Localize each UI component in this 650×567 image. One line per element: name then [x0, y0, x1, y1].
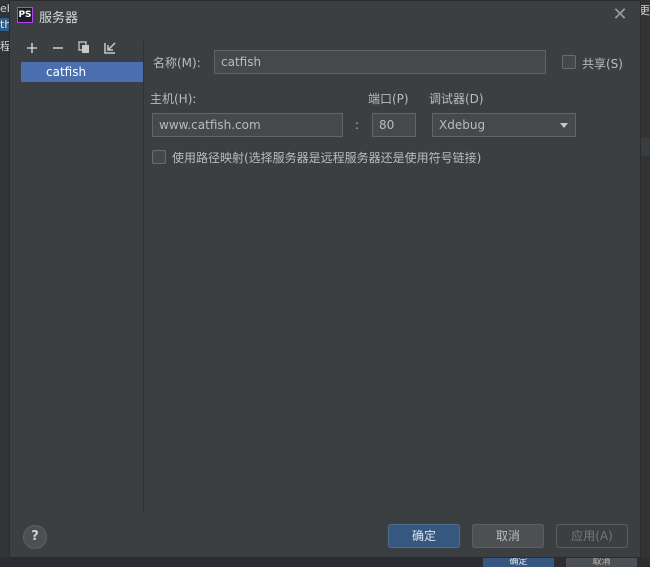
phpstorm-logo-icon: PS	[17, 7, 33, 23]
servers-dialog: PS 服务器 ✕ catfish 名称(M): 共享(S)	[9, 0, 641, 558]
host-label: 主机(H):	[150, 92, 197, 106]
host-port-separator: :	[355, 118, 360, 132]
import-icon-svg	[103, 42, 116, 54]
list-item-server[interactable]: catfish	[21, 62, 144, 82]
ok-button[interactable]: 确定	[388, 524, 460, 548]
dialog-title: 服务器	[39, 11, 79, 26]
background-ide-left: eb th 程	[0, 0, 9, 567]
chevron-down-icon	[560, 123, 568, 128]
background-ide-right: 更	[639, 0, 650, 567]
copy-icon-svg	[78, 41, 89, 53]
cancel-button[interactable]: 取消	[472, 524, 544, 548]
path-mapping-checkbox[interactable]	[152, 150, 166, 164]
debugger-label: 调试器(D)	[429, 92, 484, 106]
background-ok-button: 确定	[483, 558, 554, 567]
share-checkbox[interactable]	[562, 55, 576, 69]
background-cancel-button: 取消	[566, 558, 637, 567]
server-list: catfish	[21, 62, 144, 512]
path-mapping-label: 使用路径映射(选择服务器是远程服务器还是使用符号链接)	[172, 151, 482, 165]
port-input[interactable]	[372, 113, 416, 137]
copy-icon[interactable]	[74, 39, 94, 59]
debugger-selected-value: Xdebug	[439, 118, 486, 132]
import-icon[interactable]	[100, 39, 120, 59]
debugger-select[interactable]: Xdebug	[432, 113, 576, 137]
panel-splitter[interactable]	[143, 41, 144, 513]
background-ide-bottom: 确定 取消	[0, 558, 650, 567]
add-icon-svg	[27, 43, 37, 53]
background-text: eb	[0, 2, 9, 15]
remove-icon-svg	[53, 47, 63, 49]
host-input[interactable]	[152, 113, 343, 137]
background-stripe	[641, 138, 650, 156]
help-button[interactable]: ?	[23, 525, 47, 549]
name-label: 名称(M):	[153, 56, 201, 70]
add-icon[interactable]	[22, 39, 42, 59]
title-bar[interactable]: PS 服务器 ✕	[10, 1, 640, 29]
background-text: 程	[0, 40, 9, 53]
apply-button[interactable]: 应用(A)	[556, 524, 628, 548]
share-label: 共享(S)	[582, 57, 623, 71]
background-text: th	[0, 18, 9, 31]
remove-icon[interactable]	[48, 39, 68, 59]
close-icon[interactable]: ✕	[610, 5, 630, 25]
name-input[interactable]	[214, 50, 546, 74]
port-label: 端口(P)	[368, 92, 409, 106]
